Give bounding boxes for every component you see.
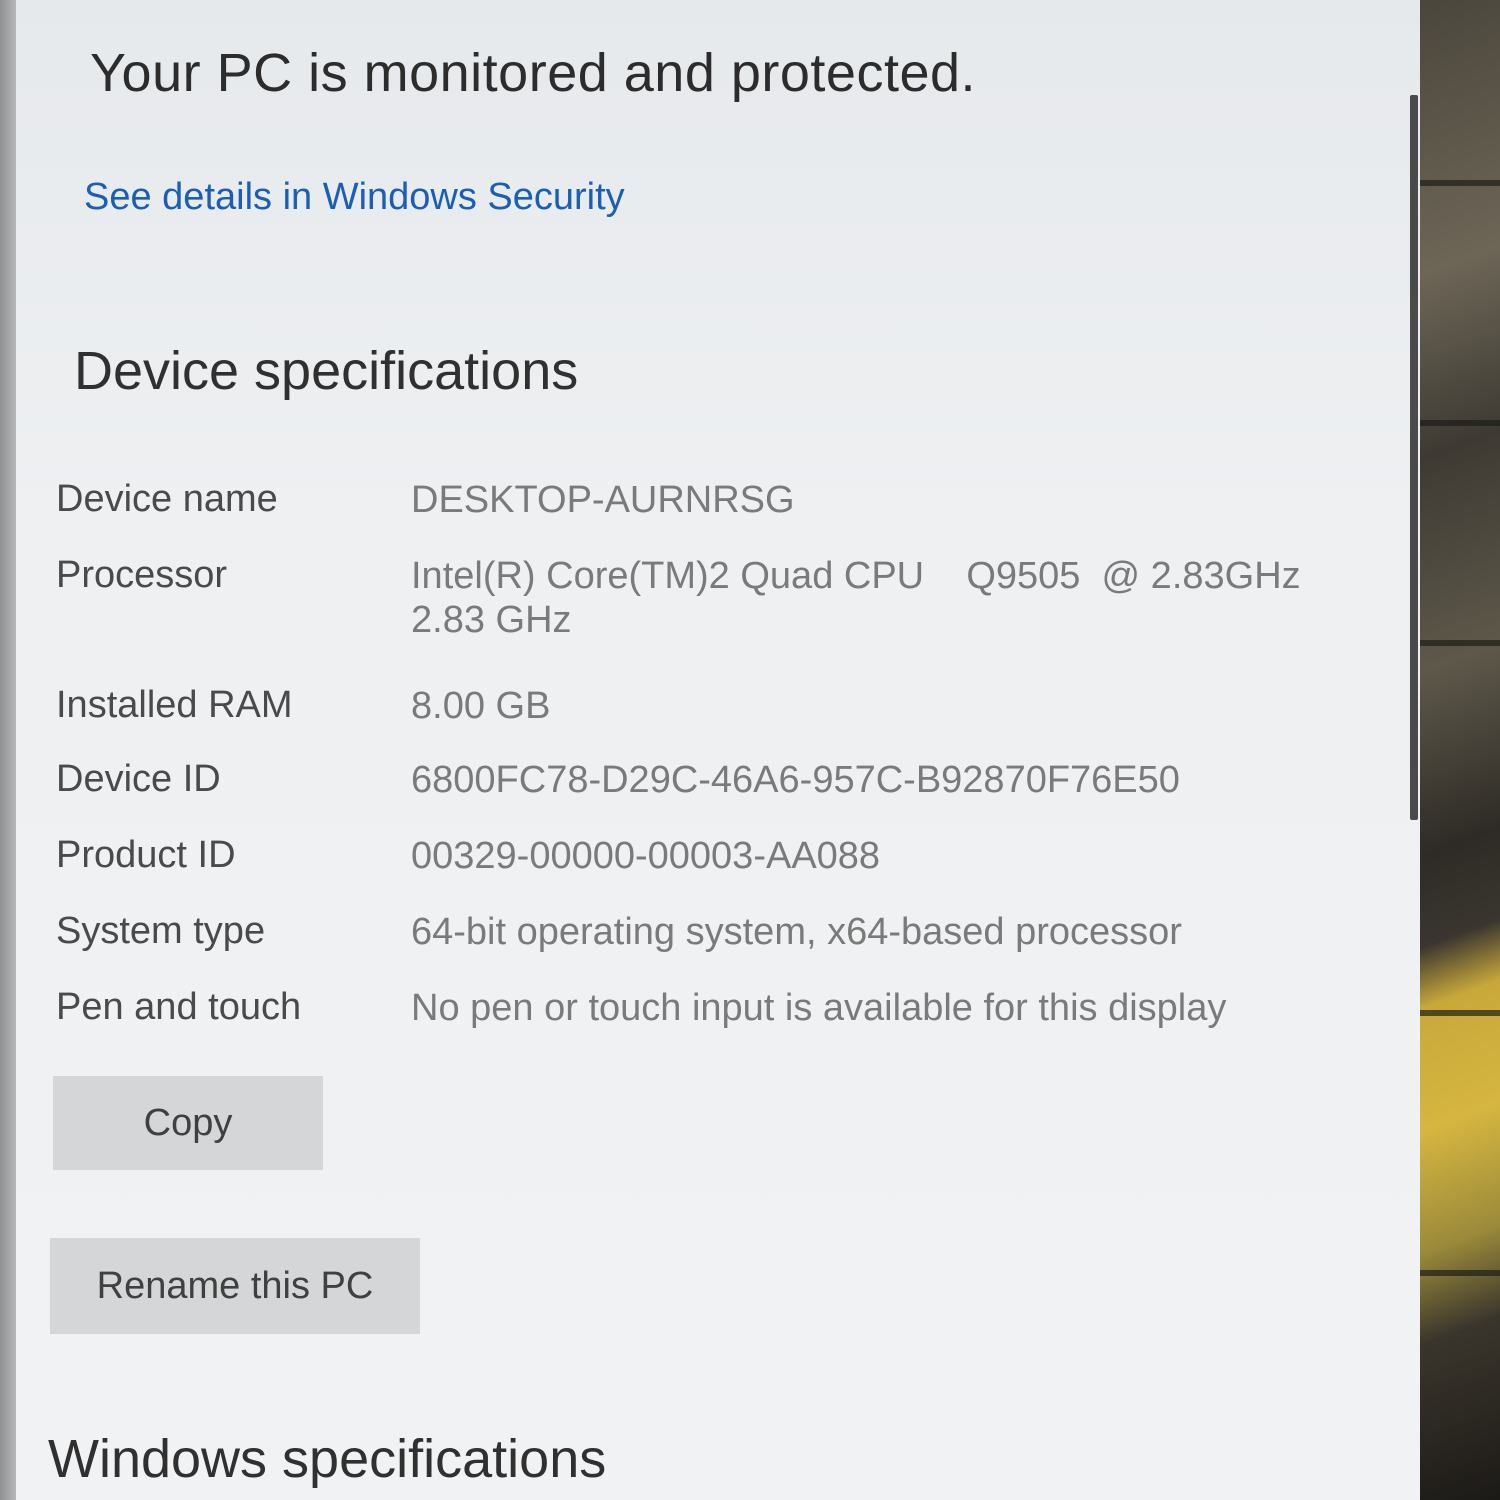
spec-label: Product ID <box>56 834 236 876</box>
windows-specifications-heading: Windows specifications <box>48 1429 607 1489</box>
spec-value: 6800FC78-D29C-46A6-957C-B92870F76E50 <box>411 759 1180 801</box>
spec-label: Pen and touch <box>56 986 302 1028</box>
photo-stage: Your PC is monitored and protected. See … <box>0 0 1500 1500</box>
spec-value: 8.00 GB <box>411 685 551 727</box>
spec-label: Device name <box>56 478 278 520</box>
spec-value-secondary: 2.83 GHz <box>411 599 572 641</box>
scrollbar[interactable] <box>1410 95 1418 820</box>
spec-label: Device ID <box>56 758 221 800</box>
monitor-bezel <box>0 0 16 1500</box>
spec-value: 64-bit operating system, x64-based proce… <box>411 911 1182 953</box>
spec-value: Intel(R) Core(TM)2 Quad CPU Q9505 @ 2.83… <box>411 555 1301 597</box>
device-specifications-heading: Device specifications <box>74 341 579 401</box>
spec-value: DESKTOP-AURNRSG <box>411 479 795 521</box>
spec-value: 00329-00000-00003-AA088 <box>411 835 881 877</box>
background-scene <box>1420 0 1500 1500</box>
copy-button[interactable]: Copy <box>53 1076 323 1170</box>
spec-value: No pen or touch input is available for t… <box>411 987 1227 1029</box>
about-settings-window: Your PC is monitored and protected. See … <box>16 0 1420 1500</box>
rename-pc-button[interactable]: Rename this PC <box>50 1238 420 1334</box>
spec-label: Processor <box>56 554 228 596</box>
spec-label: Installed RAM <box>56 684 293 726</box>
spec-label: System type <box>56 910 266 952</box>
windows-security-link[interactable]: See details in Windows Security <box>84 176 625 219</box>
security-status-text: Your PC is monitored and protected. <box>90 43 977 103</box>
